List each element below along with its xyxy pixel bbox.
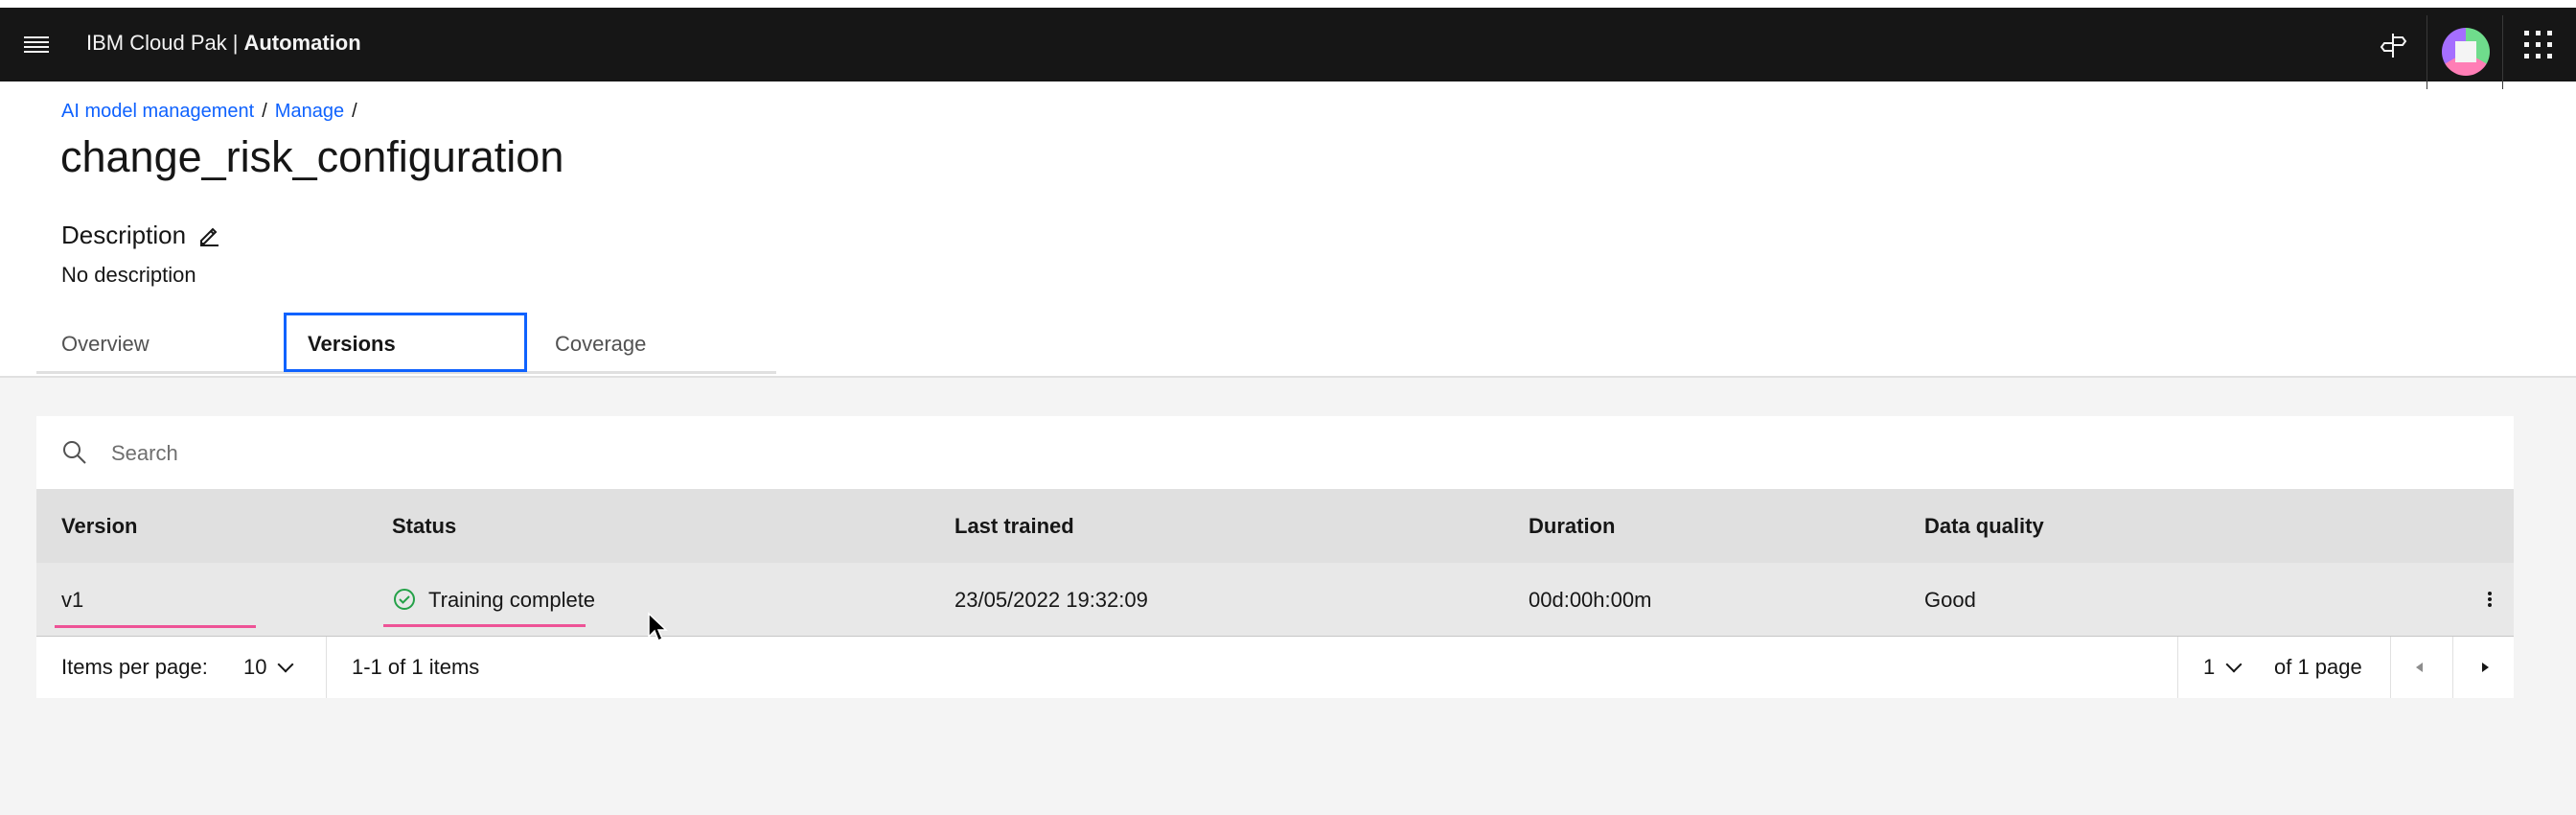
annotation-underline (383, 624, 586, 627)
avatar (2442, 28, 2490, 76)
item-range: 1-1 of 1 items (352, 655, 480, 679)
search-icon (61, 439, 88, 466)
items-per-page-value: 10 (243, 655, 267, 679)
menu-icon[interactable] (19, 27, 54, 61)
items-per-page-label: Items per page: (61, 655, 208, 679)
cell-duration: 00d:00h:00m (1529, 588, 1652, 612)
breadcrumb-separator: / (352, 101, 357, 122)
previous-page-button[interactable] (2391, 637, 2452, 698)
annotation-underline (55, 625, 256, 628)
table-search (36, 416, 2514, 489)
brand-name[interactable]: IBM Cloud Pak | Automation (86, 31, 361, 56)
column-header-data-quality[interactable]: Data quality (1924, 489, 2044, 563)
mouse-cursor-icon (647, 612, 670, 644)
page-select[interactable]: 1 (2203, 637, 2242, 698)
user-avatar-button[interactable] (2426, 15, 2503, 89)
column-header-version[interactable]: Version (61, 489, 137, 563)
brand-separator: | (232, 31, 239, 55)
table-header: Version Status Last trained Duration Dat… (36, 489, 2514, 563)
breadcrumb-separator: / (262, 101, 267, 122)
column-header-last-trained[interactable]: Last trained (954, 489, 1074, 563)
tab-overview[interactable]: Overview (61, 313, 150, 372)
chevron-down-icon (277, 656, 294, 673)
description-value: No description (61, 263, 196, 287)
divider (2177, 637, 2178, 698)
page-title: change_risk_configuration (60, 132, 564, 181)
tab-list: Overview Versions Coverage (36, 313, 776, 374)
cell-data-quality: Good (1924, 588, 1976, 612)
top-header: IBM Cloud Pak | Automation (0, 8, 2576, 89)
overflow-menu-icon[interactable] (2472, 582, 2507, 617)
caret-left-icon (2416, 663, 2423, 672)
breadcrumb-ai-model-management[interactable]: AI model management (61, 101, 254, 122)
caret-right-icon (2482, 663, 2489, 672)
chevron-down-icon (2225, 656, 2242, 673)
signpost-icon[interactable] (2373, 25, 2413, 65)
next-page-button[interactable] (2453, 637, 2515, 698)
checkmark-circle-icon (393, 588, 416, 611)
total-pages: of 1 page (2274, 655, 2362, 679)
items-per-page-select[interactable]: 10 (243, 637, 294, 698)
brand-product: Automation (243, 31, 361, 55)
cell-last-trained: 23/05/2022 19:32:09 (954, 588, 1148, 612)
search-input[interactable] (109, 431, 2413, 476)
app-switcher-icon[interactable] (2522, 29, 2555, 61)
pagination: Items per page: 10 1-1 of 1 items 1 of 1… (36, 637, 2514, 698)
current-page-value: 1 (2203, 655, 2216, 679)
breadcrumb-manage[interactable]: Manage (275, 101, 344, 122)
divider (326, 637, 327, 698)
tab-versions[interactable]: Versions (284, 313, 527, 372)
breadcrumb: AI model management / Manage / (61, 101, 365, 123)
tab-coverage[interactable]: Coverage (555, 313, 646, 372)
edit-icon[interactable] (196, 222, 221, 247)
column-header-status[interactable]: Status (392, 489, 456, 563)
description-label: Description (61, 221, 187, 249)
column-header-duration[interactable]: Duration (1529, 489, 1615, 563)
brand-prefix: IBM Cloud Pak (86, 31, 227, 55)
